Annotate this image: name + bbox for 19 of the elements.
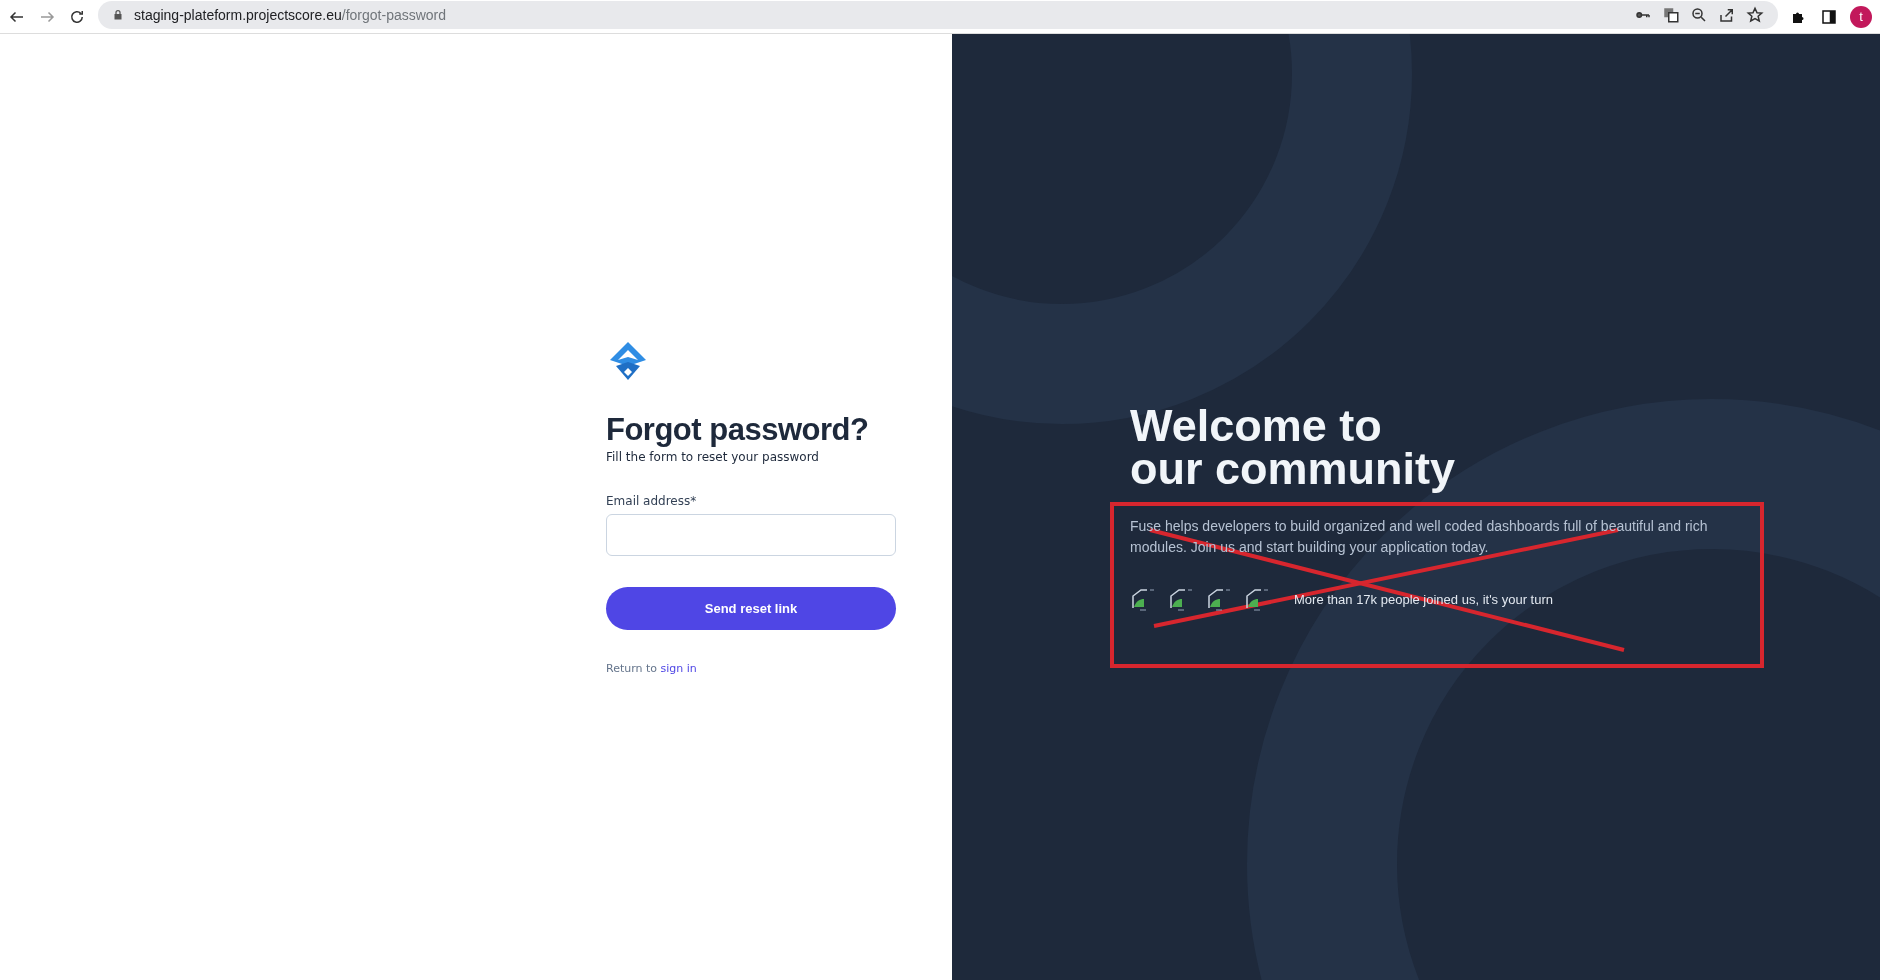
email-input[interactable] xyxy=(606,513,896,556)
url-text: staging-plateform.projectscore.eu/forgot-password xyxy=(134,6,447,23)
sign-in-link[interactable]: sign in xyxy=(660,661,697,675)
side-panel-icon[interactable] xyxy=(1820,7,1838,26)
profile-avatar[interactable]: t xyxy=(1850,5,1872,28)
broken-image-icon xyxy=(1168,586,1194,612)
translate-icon[interactable] xyxy=(1662,5,1680,24)
address-bar[interactable]: staging-plateform.projectscore.eu/forgot-password xyxy=(98,0,1778,29)
star-icon[interactable] xyxy=(1746,5,1764,24)
send-reset-link-button[interactable]: Send reset link xyxy=(606,586,896,630)
lock-icon xyxy=(112,8,124,21)
page-title: Forgot password? xyxy=(606,411,870,448)
broken-image-icon xyxy=(1130,586,1156,612)
broken-image-icon xyxy=(1244,586,1270,612)
zoom-out-icon[interactable] xyxy=(1690,5,1708,24)
page-subtitle: Fill the form to reset your password xyxy=(606,449,820,464)
email-label: Email address* xyxy=(606,493,698,508)
broken-image-icon xyxy=(1206,586,1232,612)
return-text: Return to xyxy=(606,661,659,675)
